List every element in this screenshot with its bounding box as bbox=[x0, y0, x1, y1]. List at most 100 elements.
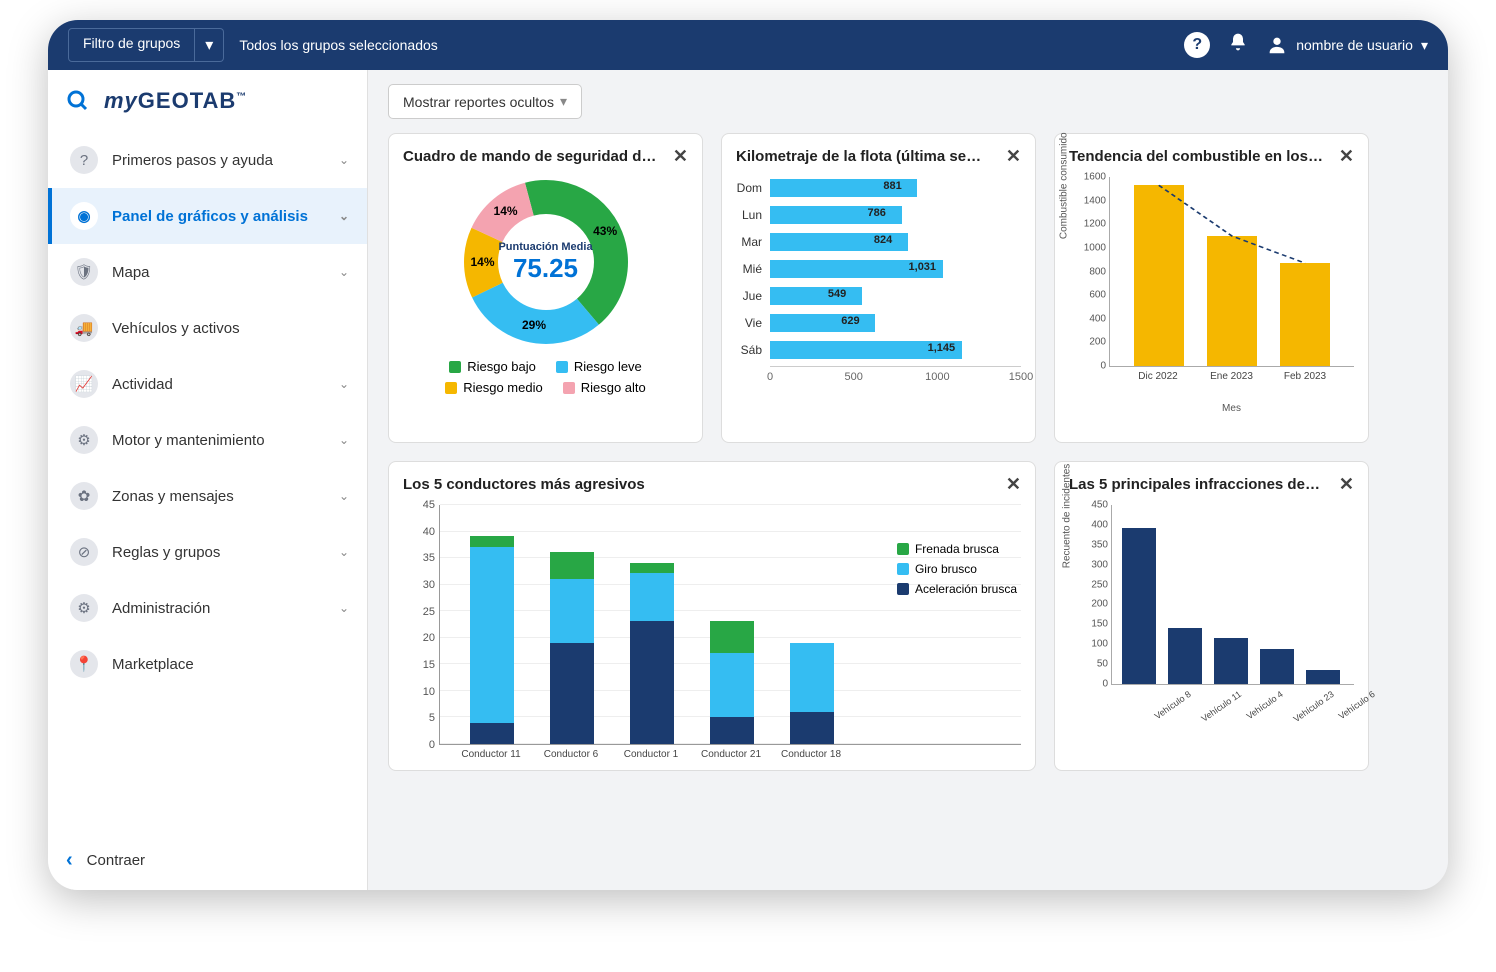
nav-icon: ⚙ bbox=[70, 594, 98, 622]
donut-slice-label: 29% bbox=[522, 318, 546, 332]
show-hidden-reports-button[interactable]: Mostrar reportes ocultos ▾ bbox=[388, 84, 582, 119]
legend-item: Giro brusco bbox=[897, 562, 1017, 576]
card-fuel-trend: Tendencia del combustible en los últi...… bbox=[1054, 133, 1369, 443]
card-title: Cuadro de mando de seguridad del co... bbox=[403, 148, 688, 165]
aggressive-drivers-chart: 051015202530354045 bbox=[403, 505, 1021, 745]
caret-down-icon: ▾ bbox=[560, 93, 567, 110]
user-icon bbox=[1266, 34, 1288, 56]
card-aggressive-drivers: Los 5 conductores más agresivos ✕ 051015… bbox=[388, 461, 1036, 771]
nav-label: Reglas y grupos bbox=[112, 544, 220, 561]
mileage-row: Mar 824 bbox=[736, 231, 1021, 253]
collapse-sidebar-button[interactable]: ‹ Contraer bbox=[48, 831, 367, 890]
legend-item: Frenada brusca bbox=[897, 542, 1017, 556]
donut-slice-label: 43% bbox=[593, 224, 617, 238]
collapse-label: Contraer bbox=[87, 852, 145, 869]
close-icon[interactable]: ✕ bbox=[673, 146, 688, 167]
nav-icon: ◉ bbox=[70, 202, 98, 230]
card-safety-dashboard: Cuadro de mando de seguridad del co... ✕… bbox=[388, 133, 703, 443]
bell-icon[interactable] bbox=[1228, 32, 1248, 58]
group-filter-dropdown[interactable]: ▾ bbox=[195, 28, 224, 62]
card-title: Tendencia del combustible en los últi... bbox=[1069, 148, 1354, 165]
chevron-down-icon: ⌄ bbox=[339, 433, 349, 447]
mileage-bar-chart: Dom 881 Lun 786 Mar 824 Mié 1,031 Jue 54… bbox=[736, 177, 1021, 386]
user-menu[interactable]: nombre de usuario ▾ bbox=[1266, 34, 1428, 56]
violations-bar-chart: Recuento de incidentes 05010015020025030… bbox=[1069, 505, 1354, 725]
nav-item-8[interactable]: ⚙ Administración ⌄ bbox=[48, 580, 367, 636]
nav-item-6[interactable]: ✿ Zonas y mensajes ⌄ bbox=[48, 468, 367, 524]
nav-item-1[interactable]: ◉ Panel de gráficos y análisis ⌄ bbox=[48, 188, 367, 244]
nav-label: Mapa bbox=[112, 264, 150, 281]
violations-y-axis-label: Recuento de incidentes bbox=[1062, 464, 1073, 569]
nav-icon: ⚙ bbox=[70, 426, 98, 454]
fuel-x-label: Ene 2023 bbox=[1210, 371, 1253, 382]
legend-item: Riesgo medio bbox=[445, 380, 543, 395]
topbar: Filtro de grupos ▾ Todos los grupos sele… bbox=[48, 20, 1448, 70]
chevron-down-icon: ⌄ bbox=[339, 265, 349, 279]
fuel-y-axis-label: Combustible consumido bbox=[1059, 132, 1070, 239]
driver-label: Conductor 11 bbox=[461, 749, 520, 760]
nav-icon: ? bbox=[70, 146, 98, 174]
chevron-down-icon: ⌄ bbox=[339, 545, 349, 559]
nav-icon: 📈 bbox=[70, 370, 98, 398]
nav-item-3[interactable]: 🚚 Vehículos y activos bbox=[48, 300, 367, 356]
chevron-down-icon: ⌄ bbox=[339, 489, 349, 503]
nav-label: Vehículos y activos bbox=[112, 320, 240, 337]
legend-item: Riesgo leve bbox=[556, 359, 642, 374]
nav-item-7[interactable]: ⊘ Reglas y grupos ⌄ bbox=[48, 524, 367, 580]
vehicle-label: Vehículo 11 bbox=[1199, 689, 1243, 724]
mileage-row: Vie 629 bbox=[736, 312, 1021, 334]
nav: ? Primeros pasos y ayuda ⌄◉ Panel de grá… bbox=[48, 132, 367, 831]
violation-bar bbox=[1214, 638, 1248, 684]
nav-icon: 🚚 bbox=[70, 314, 98, 342]
nav-item-0[interactable]: ? Primeros pasos y ayuda ⌄ bbox=[48, 132, 367, 188]
donut-slice-label: 14% bbox=[471, 255, 495, 269]
mileage-day-label: Sáb bbox=[736, 343, 770, 357]
nav-label: Motor y mantenimiento bbox=[112, 432, 265, 449]
nav-item-2[interactable]: 🛡 Mapa ⌄ bbox=[48, 244, 367, 300]
app-frame: Filtro de grupos ▾ Todos los grupos sele… bbox=[48, 20, 1448, 890]
chevron-left-icon: ‹ bbox=[66, 849, 73, 872]
nav-label: Zonas y mensajes bbox=[112, 488, 234, 505]
vehicle-label: Vehículo 6 bbox=[1337, 689, 1377, 721]
mileage-day-label: Jue bbox=[736, 289, 770, 303]
fuel-trend-chart: Combustible consumido 020040060080010001… bbox=[1069, 177, 1354, 397]
chevron-down-icon: ⌄ bbox=[339, 209, 349, 223]
group-filter[interactable]: Filtro de grupos ▾ bbox=[68, 28, 224, 62]
help-icon[interactable]: ? bbox=[1184, 32, 1210, 58]
mileage-row: Sáb 1,145 bbox=[736, 339, 1021, 361]
card-title: Los 5 conductores más agresivos bbox=[403, 476, 1021, 493]
nav-item-5[interactable]: ⚙ Motor y mantenimiento ⌄ bbox=[48, 412, 367, 468]
card-title: Kilometraje de la flota (última semana) bbox=[736, 148, 1021, 165]
search-icon[interactable] bbox=[66, 89, 90, 113]
sidebar: myGEOTAB™ ? Primeros pasos y ayuda ⌄◉ Pa… bbox=[48, 70, 368, 890]
driver-label: Conductor 18 bbox=[781, 749, 841, 760]
nav-label: Panel de gráficos y análisis bbox=[112, 208, 308, 225]
caret-down-icon: ▾ bbox=[1421, 37, 1428, 54]
fuel-x-label: Feb 2023 bbox=[1284, 371, 1326, 382]
nav-item-9[interactable]: 📍 Marketplace bbox=[48, 636, 367, 692]
show-hidden-label: Mostrar reportes ocultos bbox=[403, 94, 554, 110]
card-fleet-mileage: Kilometraje de la flota (última semana) … bbox=[721, 133, 1036, 443]
close-icon[interactable]: ✕ bbox=[1339, 146, 1354, 167]
close-icon[interactable]: ✕ bbox=[1339, 474, 1354, 495]
nav-label: Actividad bbox=[112, 376, 173, 393]
mileage-row: Lun 786 bbox=[736, 204, 1021, 226]
group-filter-label[interactable]: Filtro de grupos bbox=[68, 28, 195, 62]
mileage-day-label: Vie bbox=[736, 316, 770, 330]
chevron-down-icon: ⌄ bbox=[339, 601, 349, 615]
close-icon[interactable]: ✕ bbox=[1006, 146, 1021, 167]
close-icon[interactable]: ✕ bbox=[1006, 474, 1021, 495]
violation-bar bbox=[1306, 670, 1340, 684]
chevron-down-icon: ⌄ bbox=[339, 377, 349, 391]
aggressive-legend: Frenada bruscaGiro bruscoAceleración bru… bbox=[897, 542, 1017, 602]
nav-label: Primeros pasos y ayuda bbox=[112, 152, 273, 169]
nav-label: Administración bbox=[112, 600, 210, 617]
mileage-day-label: Lun bbox=[736, 208, 770, 222]
nav-item-4[interactable]: 📈 Actividad ⌄ bbox=[48, 356, 367, 412]
vehicle-label: Vehículo 4 bbox=[1245, 689, 1285, 721]
legend-item: Riesgo bajo bbox=[449, 359, 536, 374]
nav-icon: ✿ bbox=[70, 482, 98, 510]
driver-label: Conductor 6 bbox=[544, 749, 598, 760]
safety-donut-chart: Puntuación Media 75.25 43%29%14%14% bbox=[461, 177, 631, 347]
vehicle-label: Vehículo 23 bbox=[1292, 689, 1336, 724]
